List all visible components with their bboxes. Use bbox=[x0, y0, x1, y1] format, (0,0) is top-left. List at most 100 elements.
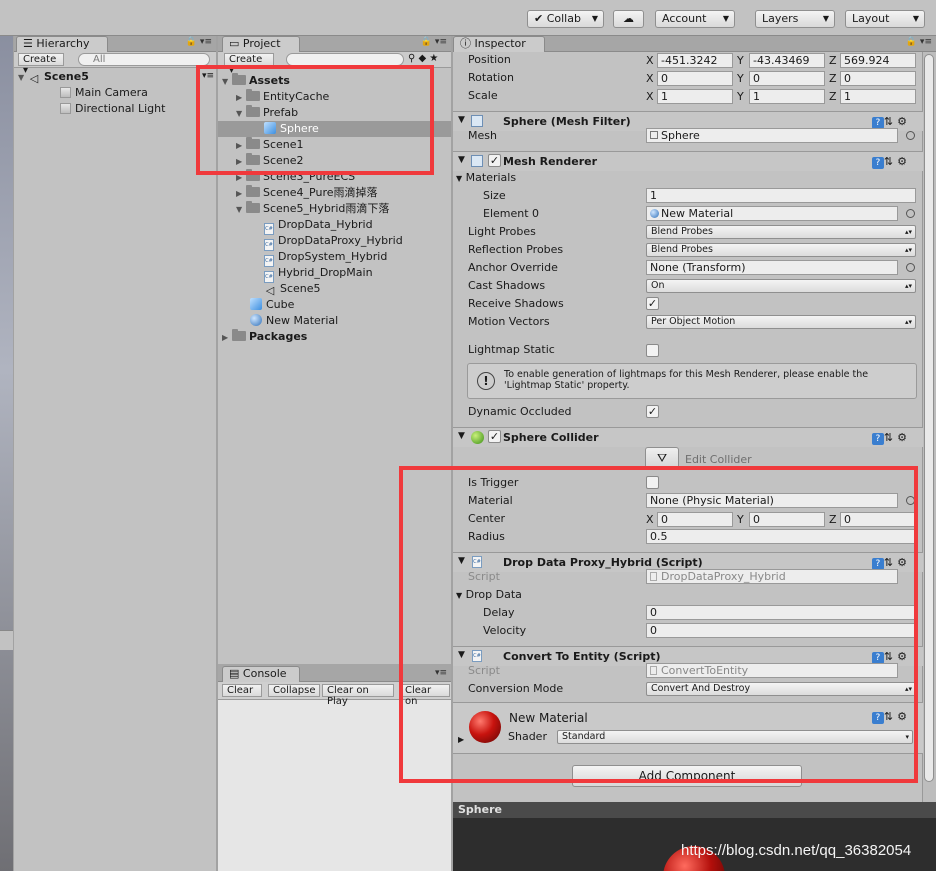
element0-label: Element 0 bbox=[483, 207, 540, 220]
component-header-icons[interactable]: ? ⇅⚙ bbox=[871, 115, 911, 129]
tree-script-dropmain[interactable]: C# Hybrid_DropMain bbox=[264, 265, 373, 283]
materials-label: Materials bbox=[465, 171, 517, 184]
folder-icon bbox=[246, 185, 260, 197]
position-y-field[interactable]: -43.43469 bbox=[749, 53, 825, 68]
tree-cube[interactable]: Cube bbox=[250, 297, 294, 313]
collab-label: Collab bbox=[546, 12, 581, 25]
mesh-renderer-enabled-checkbox[interactable]: ✓ bbox=[488, 154, 501, 167]
inspector-tabbar: ⓘ Inspector 🔒 ▾≡ bbox=[453, 36, 936, 52]
size-field[interactable]: 1 bbox=[646, 188, 916, 203]
scene-name: Scene5 bbox=[44, 70, 89, 83]
tree-label: Cube bbox=[266, 298, 295, 311]
tree-new-material[interactable]: New Material bbox=[250, 313, 338, 329]
tab-hierarchy[interactable]: ☰ Hierarchy bbox=[16, 36, 108, 52]
tab-console[interactable]: ▤ Console bbox=[222, 666, 300, 682]
collab-button[interactable]: ✔ Collab ▼ bbox=[527, 10, 604, 28]
updown-icon: ▴▾ bbox=[904, 318, 912, 326]
tab-project[interactable]: ▭ Project bbox=[222, 36, 300, 52]
axis-y-label: Y bbox=[737, 72, 744, 85]
console-clear-button[interactable]: Clear bbox=[222, 684, 262, 697]
scrollbar-thumb[interactable] bbox=[924, 54, 934, 782]
layout-dropdown[interactable]: Layout ▼ bbox=[845, 10, 925, 28]
scene-row[interactable]: ▼ ◁ Scene5 bbox=[18, 69, 214, 85]
folder-icon bbox=[246, 201, 260, 213]
object-picker-icon[interactable] bbox=[906, 131, 915, 140]
button-label: Clear bbox=[227, 685, 254, 696]
info-text: To enable generation of lightmaps for th… bbox=[504, 369, 869, 391]
lightmap-static-checkbox[interactable] bbox=[646, 344, 659, 357]
rotation-z-field[interactable]: 0 bbox=[840, 71, 916, 86]
layers-dropdown[interactable]: Layers ▼ bbox=[755, 10, 835, 28]
materials-foldout[interactable]: ▼ Materials bbox=[456, 170, 516, 187]
console-clear-on-play-button[interactable]: Clear on Play bbox=[322, 684, 394, 707]
motion-vectors-dropdown[interactable]: Per Object Motion ▴▾ bbox=[646, 315, 916, 329]
tree-script-dropdata[interactable]: C# DropData_Hybrid bbox=[264, 217, 373, 235]
rotation-y-field[interactable]: 0 bbox=[749, 71, 825, 86]
light-probes-label: Light Probes bbox=[468, 225, 536, 238]
help-icon[interactable]: ? bbox=[871, 433, 884, 445]
gameobject-icon bbox=[60, 103, 71, 114]
tree-scene-file[interactable]: ◁ Scene5 bbox=[264, 281, 321, 297]
cloud-button[interactable]: ☁ bbox=[613, 10, 644, 28]
search-placeholder: All bbox=[93, 54, 106, 65]
component-header-icons[interactable]: ? ⇅⚙ bbox=[871, 155, 911, 169]
panel-menu-icon[interactable]: 🔒 ▾≡ bbox=[906, 37, 932, 47]
position-z-field[interactable]: 569.924 bbox=[840, 53, 916, 68]
rotation-label: Rotation bbox=[468, 71, 515, 84]
mesh-filter-icon bbox=[471, 115, 483, 127]
receive-shadows-label: Receive Shadows bbox=[468, 297, 564, 310]
button-label: Clear on Play bbox=[327, 685, 369, 707]
help-icon[interactable]: ? bbox=[871, 157, 884, 169]
tree-scene5[interactable]: ▼ Scene5_Hybrid雨滴下落 bbox=[236, 201, 389, 217]
scale-x-field[interactable]: 1 bbox=[657, 89, 733, 104]
scale-y-field[interactable]: 1 bbox=[749, 89, 825, 104]
prefab-cube-icon bbox=[250, 298, 262, 310]
scale-z-field[interactable]: 1 bbox=[840, 89, 916, 104]
object-picker-icon[interactable] bbox=[906, 263, 915, 272]
hierarchy-search-input[interactable]: All bbox=[78, 53, 210, 66]
mesh-renderer-header[interactable]: ▼ ✓ Mesh Renderer ? ⇅⚙ bbox=[453, 151, 923, 171]
tree-script-dropdataproxy[interactable]: C# DropDataProxy_Hybrid bbox=[264, 233, 403, 251]
hierarchy-item-main-camera[interactable]: Main Camera bbox=[60, 85, 148, 101]
tree-label: Scene5_Hybrid雨滴下落 bbox=[263, 202, 390, 215]
dynamic-occluded-checkbox[interactable]: ✓ bbox=[646, 405, 659, 418]
receive-shadows-checkbox[interactable]: ✓ bbox=[646, 297, 659, 310]
tree-packages[interactable]: ▶ Packages bbox=[222, 329, 307, 345]
anchor-override-field[interactable]: None (Transform) bbox=[646, 260, 898, 275]
dropdown-value: Per Object Motion bbox=[651, 316, 736, 327]
material-ball-icon bbox=[650, 209, 659, 218]
light-probes-dropdown[interactable]: Blend Probes ▴▾ bbox=[646, 225, 916, 239]
anchor-override-label: Anchor Override bbox=[468, 261, 558, 274]
reflection-probes-dropdown[interactable]: Blend Probes ▴▾ bbox=[646, 243, 916, 257]
mesh-field[interactable]: Sphere bbox=[646, 128, 898, 143]
filter-icons[interactable]: ⚲ ◆ ★ bbox=[408, 53, 438, 64]
element0-field[interactable]: New Material bbox=[646, 206, 898, 221]
account-label: Account bbox=[662, 12, 707, 25]
tab-inspector[interactable]: ⓘ Inspector bbox=[453, 36, 545, 52]
object-picker-icon[interactable] bbox=[906, 209, 915, 218]
component-header-icons[interactable]: ? ⇅⚙ bbox=[871, 431, 911, 445]
hierarchy-create-button[interactable]: Create ▾ bbox=[18, 53, 64, 76]
tree-script-dropsystem[interactable]: C# DropSystem_Hybrid bbox=[264, 249, 387, 267]
component-title: Sphere (Mesh Filter) bbox=[503, 115, 631, 128]
account-dropdown[interactable]: Account ▼ bbox=[655, 10, 735, 28]
info-icon: ⓘ bbox=[460, 37, 471, 50]
sphere-collider-header[interactable]: ▼ ✓ Sphere Collider ? ⇅⚙ bbox=[453, 427, 923, 447]
position-x-field[interactable]: -451.3242 bbox=[657, 53, 733, 68]
hierarchy-item-directional-light[interactable]: Directional Light bbox=[60, 101, 165, 117]
console-collapse-button[interactable]: Collapse bbox=[268, 684, 320, 697]
rotation-x-field[interactable]: 0 bbox=[657, 71, 733, 86]
tree-label: Scene5 bbox=[280, 282, 321, 295]
panel-menu-icon[interactable]: 🔒 ▾≡ bbox=[186, 37, 212, 47]
cast-shadows-dropdown[interactable]: On ▴▾ bbox=[646, 279, 916, 293]
sphere-collider-enabled-checkbox[interactable]: ✓ bbox=[488, 430, 501, 443]
tree-scene4[interactable]: ▶ Scene4_Pure雨滴掉落 bbox=[236, 185, 378, 201]
preview-header[interactable]: Sphere bbox=[453, 802, 936, 818]
highlight-box-prefab bbox=[196, 65, 434, 175]
element0-value: New Material bbox=[661, 207, 734, 220]
panel-menu-icon[interactable]: 🔒 ▾≡ bbox=[421, 37, 447, 47]
hierarchy-panel: ☰ Hierarchy 🔒 ▾≡ Create ▾ All ▼ ◁ Scene5 ▾… bbox=[14, 36, 216, 871]
tree-label: New Material bbox=[266, 314, 339, 327]
folder-icon bbox=[232, 329, 246, 341]
tree-label: DropData_Hybrid bbox=[278, 218, 373, 231]
